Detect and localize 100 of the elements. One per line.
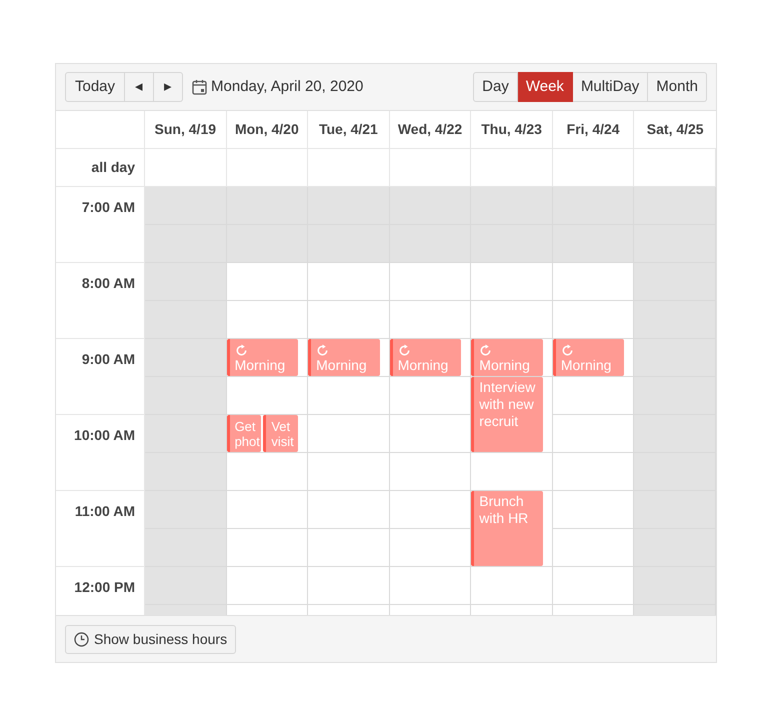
time-slot-cell[interactable]	[634, 339, 716, 377]
time-slot-cell[interactable]	[308, 377, 390, 415]
time-slot-cell[interactable]	[226, 263, 308, 301]
time-slot-cell[interactable]	[390, 415, 472, 453]
time-slot-cell[interactable]	[552, 263, 634, 301]
time-slot-cell[interactable]	[226, 225, 308, 263]
time-slot-cell[interactable]	[390, 187, 472, 225]
view-tab[interactable]: Week	[518, 72, 573, 102]
time-slot-cell[interactable]	[145, 301, 227, 339]
time-slot-cell[interactable]	[145, 187, 227, 225]
time-slot-cell[interactable]	[226, 187, 308, 225]
time-slot-cell[interactable]	[552, 567, 634, 605]
time-slot-cell[interactable]	[308, 301, 390, 339]
time-slot-cell[interactable]	[390, 263, 472, 301]
time-slot-cell[interactable]	[145, 567, 227, 605]
time-slot-cell[interactable]	[145, 415, 227, 453]
time-slot-cell[interactable]	[308, 529, 390, 567]
day-header: Mon, 4/20	[234, 120, 299, 139]
time-slot-cell[interactable]	[634, 377, 716, 415]
time-slot-cell[interactable]	[552, 415, 634, 453]
time-slot-cell[interactable]	[552, 187, 634, 225]
time-slot-cell[interactable]	[552, 225, 634, 263]
today-button[interactable]: Today	[65, 72, 126, 102]
event-title: Morning	[234, 357, 286, 374]
time-slot-cell[interactable]	[552, 529, 634, 567]
time-slot-cell[interactable]	[552, 491, 634, 529]
time-slot-cell[interactable]	[390, 377, 472, 415]
time-slot-cell[interactable]	[471, 187, 553, 225]
time-slot-cell[interactable]	[634, 529, 716, 567]
time-slot-cell[interactable]	[552, 301, 634, 339]
business-hours-button[interactable]: Show business hours	[65, 624, 236, 654]
time-slot-cell[interactable]	[308, 225, 390, 263]
day-header: Fri, 4/24	[566, 120, 620, 139]
time-slot-cell[interactable]	[634, 263, 716, 301]
time-slot-cell[interactable]	[390, 301, 472, 339]
time-slot-cell[interactable]	[226, 377, 308, 415]
time-slot-cell[interactable]	[634, 225, 716, 263]
time-slot-cell[interactable]	[634, 453, 716, 491]
view-tab[interactable]: Day	[473, 72, 518, 102]
time-label: 12:00 PM	[74, 578, 135, 597]
time-slot-cell[interactable]	[471, 567, 553, 605]
time-slot-cell[interactable]	[634, 567, 716, 605]
time-slot-cell[interactable]	[145, 453, 227, 491]
all-day-label: all day	[91, 158, 135, 177]
time-slot-cell[interactable]	[145, 529, 227, 567]
time-slot-cell[interactable]	[308, 453, 390, 491]
time-slot-cell[interactable]	[308, 187, 390, 225]
event-title: Morning	[316, 357, 368, 374]
time-slot-cell[interactable]	[390, 529, 472, 567]
previous-button[interactable]: ◂	[125, 72, 154, 102]
repeat-icon	[234, 344, 248, 357]
time-slot-cell[interactable]	[145, 491, 227, 529]
time-slot-cell[interactable]	[634, 301, 716, 339]
time-slot-cell[interactable]	[226, 529, 308, 567]
time-slot-cell[interactable]	[634, 415, 716, 453]
event-block[interactable]: Vet visit	[263, 415, 298, 452]
time-slot-cell[interactable]	[145, 225, 227, 263]
time-slot-cell[interactable]	[552, 453, 634, 491]
repeat-icon	[398, 344, 411, 357]
time-slot-cell[interactable]	[390, 453, 472, 491]
time-slot-cell[interactable]	[471, 225, 553, 263]
view-tab[interactable]: Month	[648, 72, 707, 102]
time-slot-cell[interactable]	[226, 491, 308, 529]
event-title: Vet visit	[271, 418, 294, 449]
time-slot-cell[interactable]	[308, 567, 390, 605]
day-header: Wed, 4/22	[398, 120, 462, 139]
repeat-icon	[316, 344, 330, 357]
event-title: Morning	[479, 357, 531, 374]
time-label: 10:00 AM	[74, 426, 135, 445]
event-title: Morning	[398, 357, 450, 374]
time-slot-cell[interactable]	[308, 491, 390, 529]
time-slot-cell[interactable]	[390, 225, 472, 263]
time-label: 11:00 AM	[74, 502, 135, 521]
time-slot-cell[interactable]	[634, 187, 716, 225]
time-slot-cell[interactable]	[308, 263, 390, 301]
time-slot-cell[interactable]	[634, 491, 716, 529]
time-slot-cell[interactable]	[552, 377, 634, 415]
time-slot-cell[interactable]	[471, 301, 553, 339]
repeat-icon	[479, 344, 492, 357]
time-slot-cell[interactable]	[308, 415, 390, 453]
time-slot-cell[interactable]	[145, 339, 227, 377]
calendar-icon[interactable]	[192, 79, 208, 95]
event-title: Brunch with HR	[479, 493, 530, 527]
view-tab[interactable]: MultiDay	[572, 72, 648, 102]
time-slot-cell[interactable]	[390, 491, 472, 529]
time-slot-cell[interactable]	[226, 567, 308, 605]
time-slot-cell[interactable]	[226, 453, 308, 491]
time-slot-cell[interactable]	[390, 567, 472, 605]
time-slot-cell[interactable]	[145, 377, 227, 415]
time-label: 9:00 AM	[82, 350, 135, 369]
event-title: Interview with new recruit	[479, 379, 536, 430]
time-slot-cell[interactable]	[226, 301, 308, 339]
time-slot-cell[interactable]	[145, 263, 227, 301]
time-slot-cell[interactable]	[471, 453, 553, 491]
time-slot-cell[interactable]	[471, 263, 553, 301]
event-block[interactable]: Get phot	[226, 415, 262, 452]
day-header: Sat, 4/25	[646, 120, 704, 139]
date-label[interactable]: Monday, April 20, 2020	[211, 76, 364, 98]
next-button[interactable]: ▸	[154, 72, 184, 102]
time-slot-cell[interactable]: Get phot Vet visit	[226, 415, 308, 453]
